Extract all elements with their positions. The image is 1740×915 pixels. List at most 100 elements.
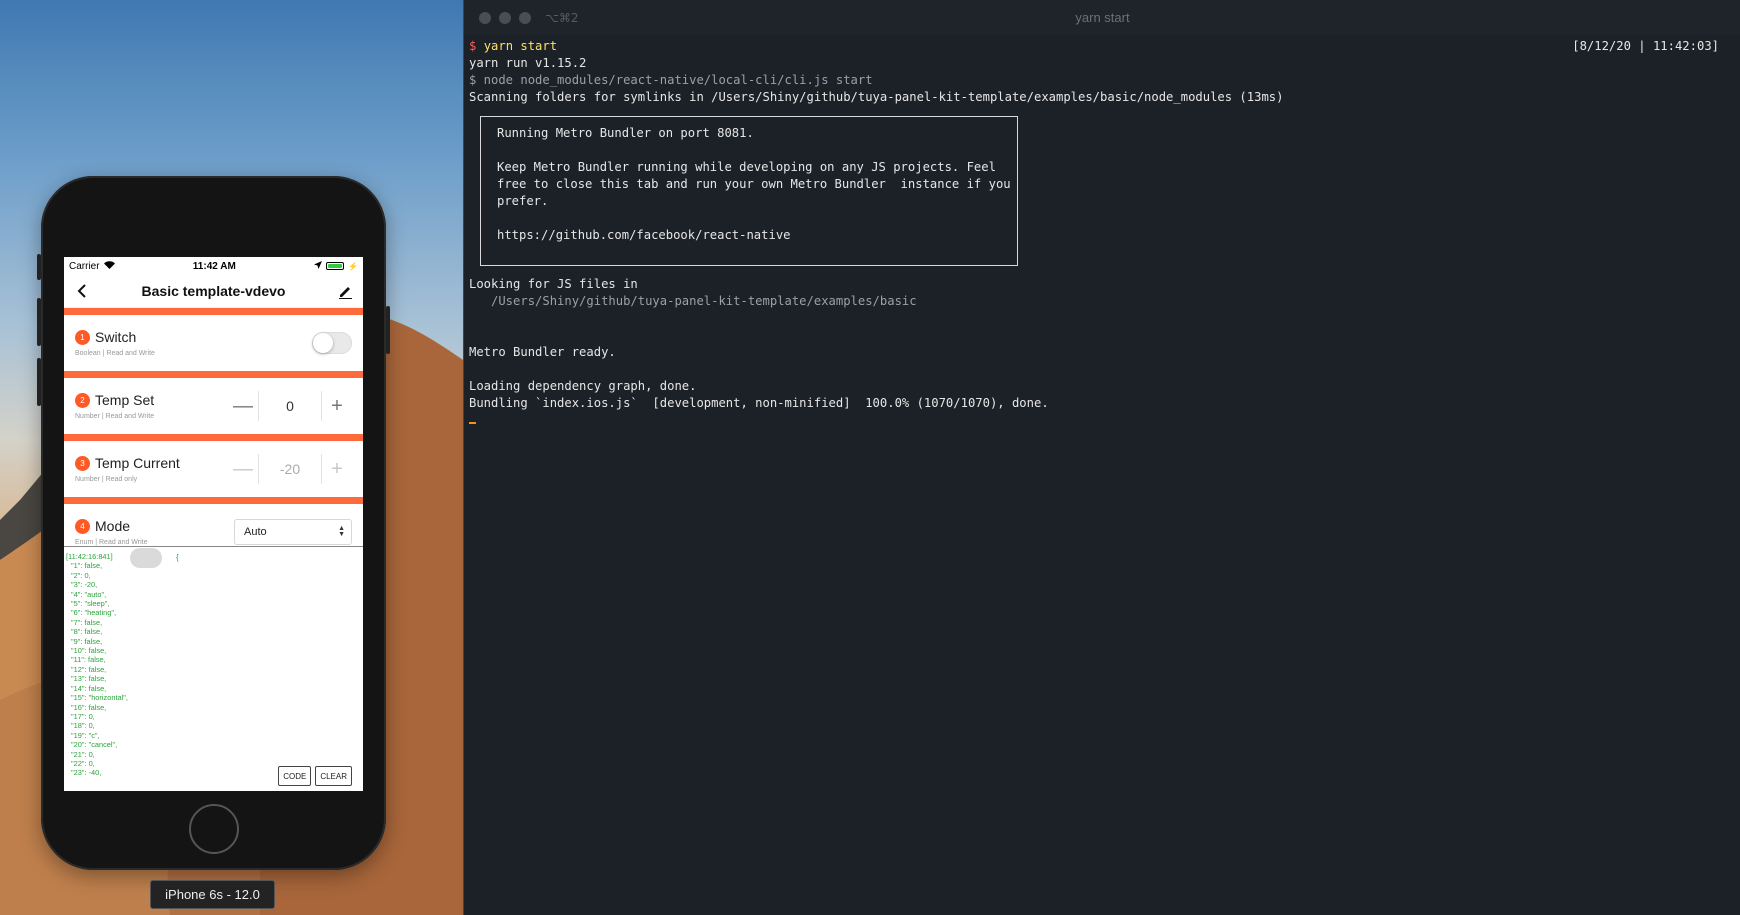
log-line: "1": false, [71, 561, 103, 571]
mode-select-value: Auto [244, 526, 267, 538]
simulator-device-label: iPhone 6s - 12.0 [150, 880, 275, 909]
metro-box-line: Running Metro Bundler on port 8081. [497, 126, 754, 140]
clear-button[interactable]: CLEAR [315, 766, 352, 786]
power-button [386, 306, 390, 354]
decrement-button: — [233, 457, 253, 480]
stepper-value[interactable]: 0 [258, 391, 322, 421]
decrement-button[interactable]: — [228, 391, 258, 421]
window-shortcut: ⌥⌘2 [545, 10, 579, 25]
section-divider [64, 371, 363, 378]
log-line: "18": 0, [71, 721, 95, 731]
command-line: $ yarn start [469, 38, 1740, 55]
metro-box-line: prefer. [497, 194, 549, 208]
datapoint-name: Switch [95, 329, 137, 345]
battery-icon [326, 262, 345, 270]
zoom-window-button[interactable] [519, 11, 531, 24]
increment-button: + [331, 457, 343, 480]
metro-box-line: free to close this tab and run your own … [497, 177, 1011, 191]
log-line: "17": 0, [71, 711, 95, 721]
terminal-output[interactable]: [8/12/20 | 11:42:03] $ yarn start yarn r… [469, 38, 1740, 915]
log-line: "8": false, [71, 627, 103, 637]
switch-toggle[interactable] [312, 332, 352, 354]
log-line: "7": false, [71, 617, 103, 627]
mute-switch [37, 254, 41, 280]
debug-log-panel: { [11:42:16:841] "1": false, "2": 0, "3": … [64, 546, 363, 791]
log-drag-handle[interactable] [130, 548, 162, 568]
mode-select[interactable]: Auto ▲ ▼ [234, 519, 352, 545]
log-line: "12": false, [71, 664, 107, 674]
log-line: "5": "sleep", [71, 599, 110, 609]
status-time: 11:42 AM [192, 260, 236, 272]
updown-arrows-icon: ▲ ▼ [338, 525, 345, 538]
project-path-line: /Users/Shiny/github/tuya-panel-kit-templ… [469, 294, 917, 308]
stepper-value: -20 [258, 454, 322, 484]
log-line: "2": 0, [71, 570, 91, 580]
loading-line: Loading dependency graph, done. [469, 379, 697, 393]
window-controls [479, 11, 531, 24]
ready-line: Metro Bundler ready. [469, 345, 616, 359]
charging-icon: ⚡ [348, 261, 358, 271]
prompt-symbol: $ [469, 39, 477, 53]
log-line: "16": false, [71, 702, 107, 712]
datapoint-row-switch: 1 Switch Boolean | Read and Write [64, 315, 363, 371]
temp-current-stepper: — -20 + [228, 453, 352, 485]
datapoint-type: Enum | Read and Write [75, 539, 148, 546]
datapoint-row-temp-current: 3 Temp Current Number | Read only — -20 … [64, 441, 363, 497]
status-bar: Carrier 11:42 AM ⚡ [64, 257, 363, 275]
metro-box-link: https://github.com/facebook/react-native [497, 228, 791, 242]
device-screen: Carrier 11:42 AM ⚡ Basic template-vdevo [64, 257, 363, 791]
terminal-timestamp: [8/12/20 | 11:42:03] [1572, 39, 1719, 53]
command-text: yarn start [483, 39, 558, 53]
metro-box-line: Keep Metro Bundler running while develop… [497, 160, 996, 174]
yarn-version-line: yarn run v1.15.2 [469, 56, 587, 70]
log-open-brace: { [176, 553, 179, 562]
log-line: "21": 0, [71, 749, 95, 759]
iphone-simulator: Carrier 11:42 AM ⚡ Basic template-vdevo [37, 176, 390, 870]
log-line: "6": "heating", [71, 608, 117, 618]
log-line: "11": false, [71, 655, 106, 665]
volume-down-button [37, 358, 41, 406]
datapoint-index-badge: 2 [75, 392, 90, 408]
volume-up-button [37, 298, 41, 346]
looking-line: Looking for JS files in [469, 277, 638, 291]
cursor-line [469, 412, 1740, 429]
datapoint-name: Mode [95, 518, 131, 534]
log-line: "3": -20, [71, 580, 98, 590]
datapoint-type: Number | Read and Write [75, 413, 155, 420]
log-line: "15": "horizontal", [71, 693, 128, 703]
datapoint-index-badge: 4 [75, 518, 90, 534]
datapoint-index-badge: 1 [75, 329, 90, 345]
log-line: "20": "cancel", [71, 740, 118, 750]
close-window-button[interactable] [479, 11, 491, 24]
log-actions: CODE CLEAR [278, 766, 352, 786]
carrier-label: Carrier [69, 260, 100, 272]
terminal-titlebar: ⌥⌘2 yarn start [464, 0, 1740, 35]
home-button[interactable] [189, 804, 239, 854]
code-button[interactable]: CODE [278, 766, 312, 786]
section-divider [64, 497, 363, 504]
wifi-icon [103, 260, 115, 272]
increment-button[interactable]: + [322, 391, 352, 421]
back-icon[interactable] [72, 281, 92, 301]
log-line: "19": "c", [71, 730, 100, 740]
terminal-window: ⌥⌘2 yarn start [8/12/20 | 11:42:03] $ ya… [463, 0, 1740, 915]
log-line: "14": false, [71, 683, 107, 693]
metro-info-box: Running Metro Bundler on port 8081. Keep… [480, 116, 1018, 266]
log-lines: "1": false, "2": 0, "3": -20, "4": "auto", "… [66, 561, 363, 777]
datapoint-index-badge: 3 [75, 455, 90, 471]
datapoint-type: Boolean | Read and Write [75, 350, 155, 357]
section-divider [64, 434, 363, 441]
log-timestamp: [11:42:16:841] [66, 552, 113, 561]
datapoint-type: Number | Read only [75, 476, 138, 483]
log-line: "4": "auto", [71, 589, 107, 599]
page-title: Basic template-vdevo [141, 283, 286, 299]
node-command-line: $ node node_modules/react-native/local-c… [469, 73, 873, 87]
scanning-line: Scanning folders for symlinks in /Users/… [469, 90, 1284, 104]
edit-icon[interactable] [335, 281, 355, 301]
log-line: "13": false, [71, 674, 107, 684]
minimize-window-button[interactable] [499, 11, 511, 24]
nav-bar: Basic template-vdevo [64, 275, 363, 308]
datapoint-name: Temp Set [95, 392, 155, 408]
bundling-line: Bundling `index.ios.js` [development, no… [469, 396, 1049, 410]
log-line: "10": false, [71, 646, 107, 656]
